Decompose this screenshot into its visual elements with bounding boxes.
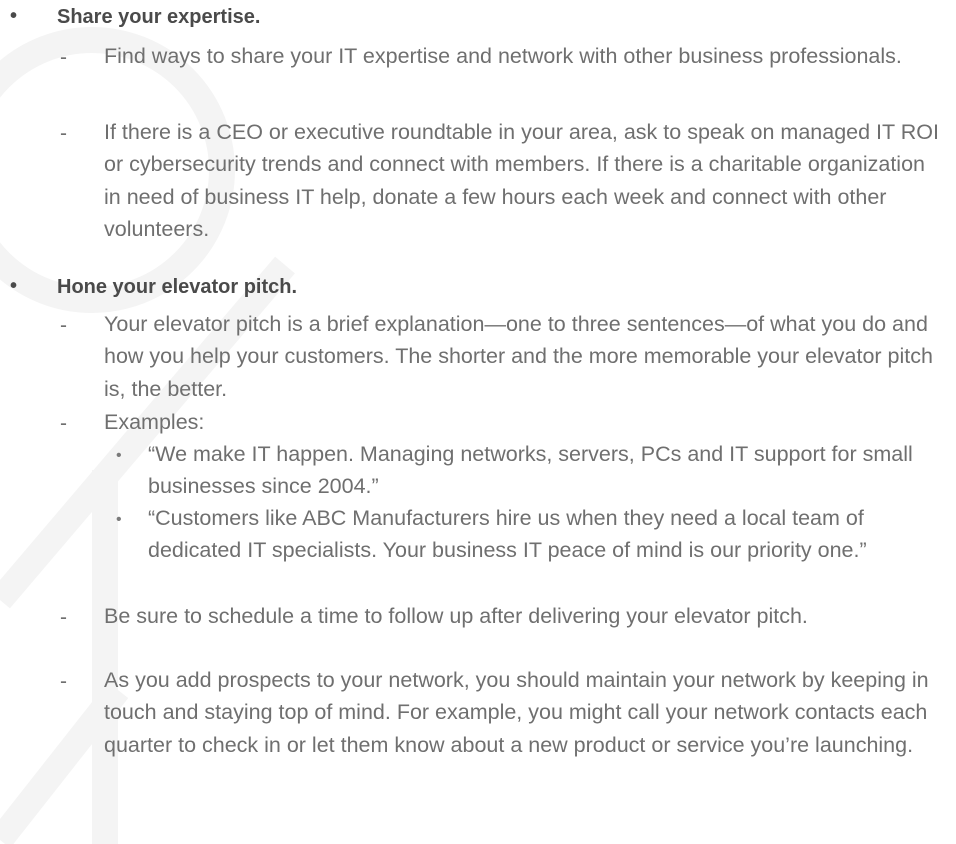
section-bullet: • — [10, 5, 18, 27]
example-item: “Customers like ABC Manufacturers hire u… — [148, 506, 867, 563]
section-bullet: • — [10, 275, 18, 297]
item-dash: - — [60, 122, 67, 145]
section-heading: Hone your elevator pitch. — [57, 276, 298, 298]
item-dash: - — [60, 412, 67, 435]
example-bullet: • — [116, 447, 122, 464]
list-item: Find ways to share your IT expertise and… — [104, 44, 902, 68]
example-item: “We make IT happen. Managing networks, s… — [148, 442, 913, 499]
list-item: Be sure to schedule a time to follow up … — [104, 604, 808, 628]
item-dash: - — [60, 314, 67, 337]
item-dash: - — [60, 670, 67, 693]
section-heading: Share your expertise. — [57, 6, 261, 28]
example-bullet: • — [116, 511, 122, 528]
list-item: As you add prospects to your network, yo… — [104, 668, 929, 757]
list-item: Your elevator pitch is a brief explanati… — [104, 312, 933, 401]
item-dash: - — [60, 606, 67, 629]
item-dash: - — [60, 46, 67, 69]
list-item: Examples: — [104, 410, 205, 434]
list-item: If there is a CEO or executive roundtabl… — [104, 120, 939, 242]
